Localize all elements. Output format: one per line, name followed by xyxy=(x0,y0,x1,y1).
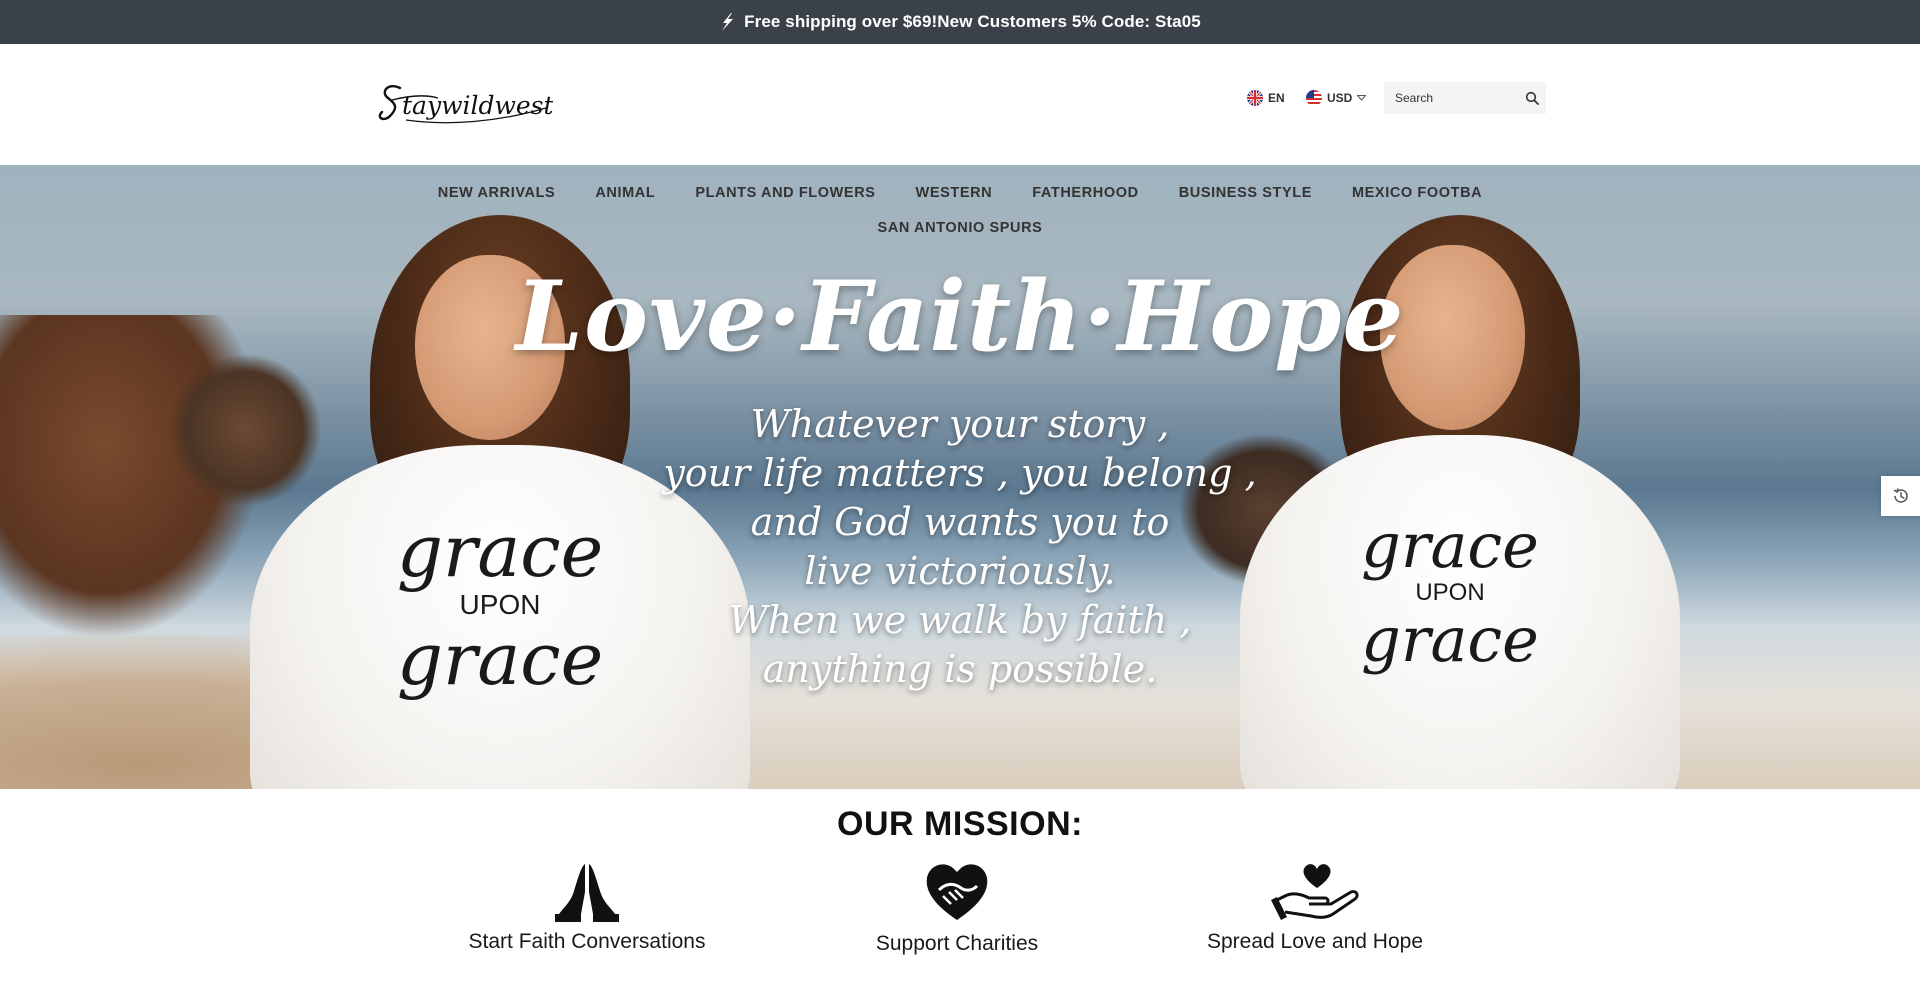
search-input[interactable] xyxy=(1384,91,1514,105)
recently-viewed-button[interactable] xyxy=(1881,476,1920,516)
history-icon xyxy=(1893,488,1908,503)
nav-item-new-arrivals[interactable]: NEW ARRIVALS xyxy=(438,185,556,201)
quote-line: anything is possible. xyxy=(762,647,1158,691)
chevron-down-icon xyxy=(1357,95,1367,101)
mission-item-charities: Support Charities xyxy=(822,860,1092,956)
nav-item-plants-and-flowers[interactable]: PLANTS AND FLOWERS xyxy=(695,185,875,201)
mission-item-faith: Start Faith Conversations xyxy=(452,862,722,954)
mission-label: Support Charities xyxy=(875,932,1039,955)
uk-flag-icon xyxy=(1247,90,1263,106)
hand-heart-icon xyxy=(1271,864,1359,920)
quote-line: Whatever your story , xyxy=(750,402,1170,446)
search-box xyxy=(1384,82,1546,114)
announcement-text: Free shipping over $69!New Customers 5% … xyxy=(744,12,1201,31)
lightning-bolt-icon xyxy=(719,13,735,31)
mission-item-love: Spread Love and Hope xyxy=(1180,862,1450,954)
mission-section: OUR MISSION: Start Faith Conversations S… xyxy=(0,789,1920,993)
mission-label: Start Faith Conversations xyxy=(468,930,706,953)
us-flag-icon xyxy=(1306,90,1322,106)
main-nav: NEW ARRIVALS ANIMAL PLANTS AND FLOWERS W… xyxy=(0,165,1920,241)
nav-item-mexico-football[interactable]: MEXICO FOOTBA xyxy=(1352,185,1482,201)
nav-item-fatherhood[interactable]: FATHERHOOD xyxy=(1032,185,1138,201)
hero-banner[interactable]: grace UPON grace grace UPON grace Love·F… xyxy=(0,165,1920,789)
site-header: taywildwest EN USD Search xyxy=(0,44,1920,165)
praying-hands-icon xyxy=(555,864,619,922)
mission-title: OUR MISSION: xyxy=(837,805,1083,843)
nav-item-business-style[interactable]: BUSINESS STYLE xyxy=(1179,185,1312,201)
nav-item-western[interactable]: WESTERN xyxy=(916,185,993,201)
search-icon[interactable] xyxy=(1525,91,1539,105)
quote-line: live victoriously. xyxy=(804,549,1116,593)
hero-headline: Love·Faith·Hope xyxy=(515,260,1405,373)
mission-label: Spread Love and Hope xyxy=(1207,930,1423,953)
currency-selector[interactable]: USD xyxy=(1306,88,1367,108)
quote-line: your life matters , you belong , xyxy=(663,451,1257,495)
language-selector[interactable]: EN xyxy=(1247,88,1285,108)
quote-line: When we walk by faith , xyxy=(728,598,1192,642)
site-logo[interactable]: taywildwest xyxy=(378,78,553,128)
announcement-bar: Free shipping over $69!New Customers 5% … xyxy=(0,0,1920,44)
nav-item-animal[interactable]: ANIMAL xyxy=(595,185,655,201)
hero-quote: Whatever your story , your life matters … xyxy=(0,400,1920,694)
svg-text:taywildwest: taywildwest xyxy=(402,91,553,120)
quote-line: and God wants you to xyxy=(750,500,1170,544)
language-code: EN xyxy=(1268,91,1285,105)
currency-code: USD xyxy=(1327,91,1353,105)
nav-item-san-antonio-spurs[interactable]: SAN ANTONIO SPURS xyxy=(878,220,1043,236)
heart-handshake-icon xyxy=(926,864,988,920)
